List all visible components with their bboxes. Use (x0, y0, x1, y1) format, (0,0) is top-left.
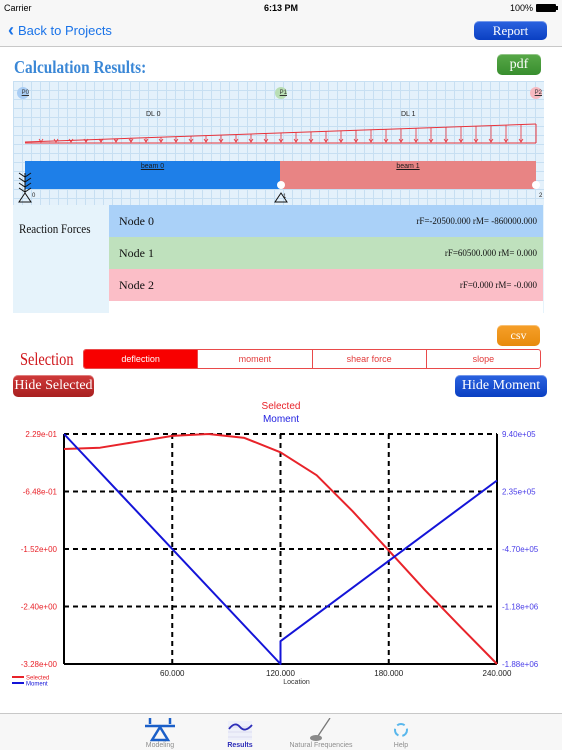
fixed-support-icon (18, 172, 32, 203)
clock: 6:13 PM (263, 3, 298, 13)
right-axis-tick-label: -1.88e+06 (502, 660, 539, 669)
reaction-row[interactable]: Node 0 rF=-20500.000 rM= -860000.000 (109, 205, 543, 237)
x-axis-tick-label: 240.000 (483, 669, 512, 678)
hinge-node-icon (277, 181, 285, 189)
x-axis-tick-label: 180.000 (374, 669, 403, 678)
node-name: Node 2 (119, 277, 154, 292)
results-chart: Selected Moment 2.29e-01 9.40e+05 -6.48e-01 2… (12, 401, 539, 688)
result-type-segmented-control: deflection moment shear force slope (83, 349, 541, 369)
hide-moment-button[interactable]: Hide Moment (455, 375, 547, 397)
tab-modeling[interactable]: Modeling (125, 714, 195, 751)
beam-scale-icon (140, 718, 180, 742)
left-axis-tick-label: 2.29e-01 (25, 430, 57, 439)
tab-bar: Modeling Results Natural Frequencies Hel… (0, 713, 562, 750)
page-title: Calculation Results: (14, 57, 147, 77)
left-axis-tick-label: -1.52e+00 (21, 545, 58, 554)
tab-help[interactable]: Help (366, 714, 436, 751)
segment-slope[interactable]: slope (427, 350, 540, 368)
reaction-row[interactable]: Node 1 rF=60500.000 rM= 0.000 (109, 237, 543, 269)
beam-diagram: P0 P1 P2 DL 0 DL 1 beam 0 beam 1 0 1 2 R… (13, 81, 544, 313)
hinge-node-icon (532, 181, 540, 189)
tab-natural-frequencies[interactable]: Natural Frequencies (286, 714, 356, 751)
reaction-forces-panel: Reaction Forces Node 0 rF=-20500.000 rM=… (13, 205, 544, 313)
csv-button[interactable]: csv (497, 325, 540, 346)
pdf-button[interactable]: pdf (497, 54, 541, 75)
tab-label: Modeling (145, 742, 175, 749)
back-label: Back to Projects (18, 22, 112, 38)
left-axis-tick-label: -3.28e+00 (21, 660, 58, 669)
right-axis-tick-label: 2.35e+05 (502, 488, 536, 497)
chart-wave-icon (220, 718, 260, 742)
right-axis-tick-label: 9.40e+05 (502, 430, 536, 439)
tab-label: Results (227, 742, 253, 749)
battery-indicator: 100% (509, 3, 558, 13)
back-to-projects-button[interactable]: ‹ Back to Projects (8, 21, 112, 39)
segment-deflection[interactable]: deflection (84, 350, 199, 368)
chevron-left-icon: ‹ (8, 20, 14, 40)
tab-label: Help (393, 742, 409, 749)
segment-shear-force[interactable]: shear force (313, 350, 427, 368)
legend-label: Moment (26, 682, 48, 688)
x-axis-tick-label: 120.000 (266, 669, 295, 678)
reaction-values: rF=-20500.000 rM= -860000.000 (416, 216, 537, 226)
battery-percent: 100% (509, 3, 533, 13)
tab-label: Natural Frequencies (289, 742, 353, 749)
x-axis-label: Location (283, 679, 310, 686)
reaction-row[interactable]: Node 2 rF=0.000 rM= -0.000 (109, 269, 543, 301)
help-ring-icon (381, 718, 421, 742)
node-name: Node 0 (119, 213, 154, 228)
segment-moment[interactable]: moment (198, 350, 313, 368)
chart-title-line: Selected (262, 401, 301, 412)
reaction-values: rF=0.000 rM= -0.000 (459, 280, 537, 290)
reaction-values: rF=60500.000 rM= 0.000 (444, 248, 537, 258)
tab-results[interactable]: Results (205, 714, 275, 751)
tuning-fork-icon (301, 718, 341, 742)
chart-title-line: Moment (263, 414, 299, 425)
right-axis-tick-label: -1.18e+06 (502, 603, 539, 612)
status-bar: Carrier 6:13 PM 100% (0, 0, 562, 16)
left-axis-tick-label: -2.40e+00 (21, 603, 58, 612)
left-axis-tick-label: -6.48e-01 (23, 488, 58, 497)
report-button[interactable]: Report (474, 21, 547, 40)
reaction-forces-list: Node 0 rF=-20500.000 rM= -860000.000 Nod… (109, 205, 543, 313)
reaction-forces-label: Reaction Forces (19, 221, 91, 236)
node-name: Node 1 (119, 245, 154, 260)
hide-selected-button[interactable]: Hide Selected (13, 375, 94, 397)
battery-icon (536, 4, 558, 12)
navigation-bar: ‹ Back to Projects Report (0, 16, 562, 47)
selection-label: Selection (20, 349, 74, 369)
right-axis-tick-label: -4.70e+05 (502, 545, 539, 554)
node-label: 0 (32, 193, 36, 199)
supports (18, 172, 540, 203)
node-label: 2 (539, 193, 543, 199)
node-label: 1 (283, 194, 287, 200)
x-axis-tick-label: 60.000 (160, 669, 185, 678)
